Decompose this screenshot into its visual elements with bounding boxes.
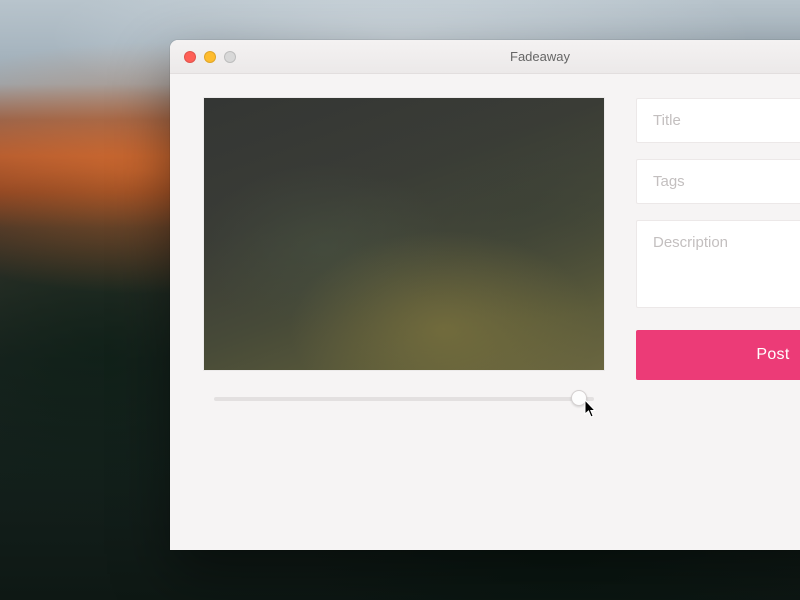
tags-field[interactable]: Tags bbox=[636, 159, 800, 204]
description-field[interactable]: Description bbox=[636, 220, 800, 308]
close-icon[interactable] bbox=[184, 51, 196, 63]
desktop-wallpaper: Fadeaway Title Tags Description bbox=[0, 0, 800, 600]
tags-placeholder: Tags bbox=[653, 173, 685, 190]
slider-track bbox=[214, 397, 594, 401]
form-column: Title Tags Description Post bbox=[636, 98, 800, 408]
window-content: Title Tags Description Post bbox=[170, 74, 800, 408]
title-field[interactable]: Title bbox=[636, 98, 800, 143]
minimize-icon[interactable] bbox=[204, 51, 216, 63]
description-placeholder: Description bbox=[653, 234, 728, 251]
traffic-lights bbox=[170, 51, 236, 63]
maximize-icon[interactable] bbox=[224, 51, 236, 63]
title-placeholder: Title bbox=[653, 112, 681, 129]
preview-column bbox=[204, 98, 604, 408]
window-title: Fadeaway bbox=[170, 49, 800, 64]
post-button[interactable]: Post bbox=[636, 330, 800, 380]
image-preview[interactable] bbox=[204, 98, 604, 370]
post-button-label: Post bbox=[756, 346, 789, 363]
slider-thumb[interactable] bbox=[571, 390, 587, 406]
timeline-slider[interactable] bbox=[214, 390, 594, 408]
titlebar[interactable]: Fadeaway bbox=[170, 40, 800, 74]
app-window: Fadeaway Title Tags Description bbox=[170, 40, 800, 550]
